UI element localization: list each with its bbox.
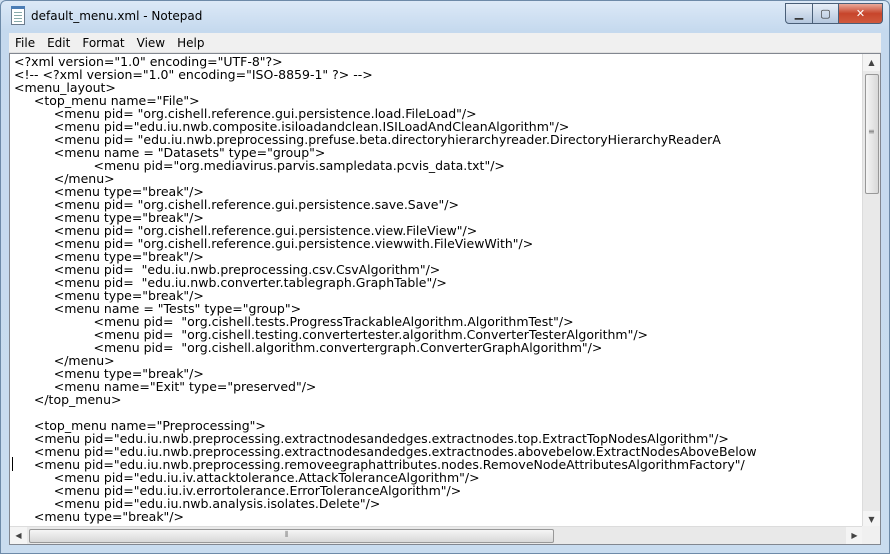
text-caret — [12, 457, 13, 471]
menu-bar: File Edit Format View Help — [9, 33, 881, 53]
scroll-corner — [862, 526, 880, 544]
text-line[interactable]: <menu pid= "org.cishell.algorithm.conver… — [14, 341, 863, 354]
window-title: default_menu.xml - Notepad — [31, 9, 203, 23]
grip-icon: ≡ — [868, 127, 875, 136]
minimize-button[interactable]: ▁ — [785, 3, 813, 24]
menu-format[interactable]: Format — [76, 36, 130, 50]
text-line[interactable]: </top_menu> — [14, 393, 863, 406]
vertical-scroll-thumb[interactable]: ≡ — [865, 74, 879, 194]
text-editor[interactable]: <?xml version="1.0" encoding="UTF-8"?> <!… — [9, 53, 881, 545]
text-line[interactable]: <menu pid="org.mediavirus.parvis.sampled… — [14, 159, 863, 172]
menu-file[interactable]: File — [9, 36, 41, 50]
horizontal-scrollbar[interactable]: ◀ ⦀ ▶ — [10, 526, 863, 544]
scroll-up-arrow-icon[interactable]: ▲ — [863, 54, 880, 71]
grip-icon: ⦀ — [285, 530, 289, 539]
text-line[interactable]: <!-- <?xml version="1.0" encoding="ISO-8… — [14, 68, 863, 81]
text-line[interactable]: <menu name="Exit" type="preserved"/> — [14, 380, 863, 393]
text-line[interactable]: <menu type="break"/> — [14, 510, 863, 523]
menu-help[interactable]: Help — [171, 36, 210, 50]
horizontal-scroll-thumb[interactable]: ⦀ — [29, 529, 554, 543]
maximize-button[interactable]: ▢ — [813, 3, 839, 24]
close-button[interactable]: ✕ — [839, 3, 883, 24]
title-bar[interactable]: default_menu.xml - Notepad ▁ ▢ ✕ — [1, 1, 889, 31]
menu-view[interactable]: View — [131, 36, 171, 50]
notepad-icon — [11, 6, 25, 25]
vertical-scrollbar[interactable]: ▲ ≡ ▼ — [862, 54, 880, 528]
scroll-left-arrow-icon[interactable]: ◀ — [10, 527, 27, 544]
menu-edit[interactable]: Edit — [41, 36, 76, 50]
text-area[interactable]: <?xml version="1.0" encoding="UTF-8"?> <!… — [14, 55, 863, 527]
notepad-window: default_menu.xml - Notepad ▁ ▢ ✕ File Ed… — [0, 0, 890, 554]
scroll-right-arrow-icon[interactable]: ▶ — [846, 527, 863, 544]
